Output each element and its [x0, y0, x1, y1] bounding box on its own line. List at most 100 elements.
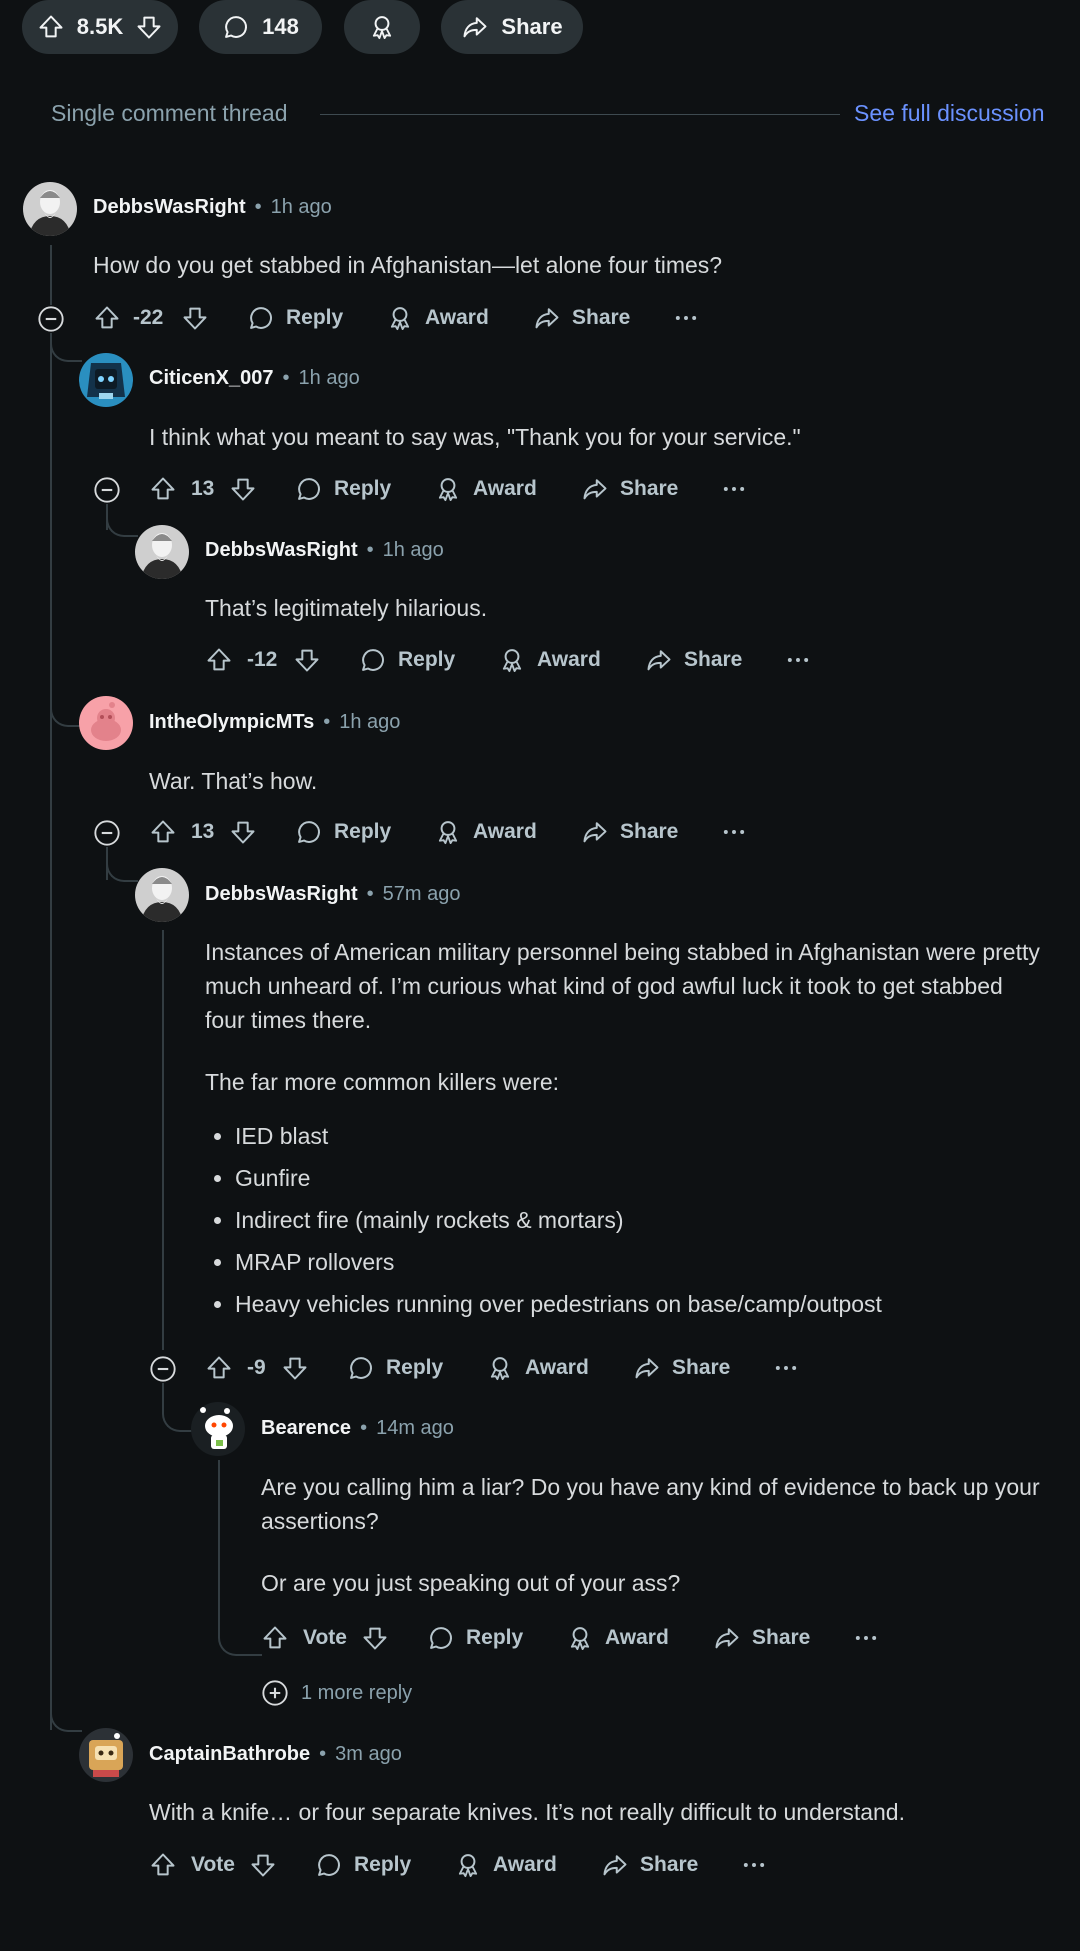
award-button[interactable]: Award	[525, 1356, 589, 1380]
avatar[interactable]	[191, 1402, 245, 1456]
thread-branch	[162, 1380, 194, 1432]
post-award-button[interactable]	[344, 0, 420, 54]
comment-author[interactable]: DebbsWasRight	[93, 196, 246, 219]
more-options-icon[interactable]	[720, 818, 748, 846]
award-icon	[368, 13, 396, 41]
reply-button[interactable]: Reply	[398, 648, 455, 672]
share-button[interactable]: Share	[672, 1356, 730, 1380]
more-options-icon[interactable]	[772, 1354, 800, 1382]
award-button[interactable]: Award	[473, 477, 537, 501]
more-options-icon[interactable]	[720, 475, 748, 503]
comment-author[interactable]: Bearence	[261, 1417, 351, 1440]
share-button[interactable]: Share	[620, 477, 678, 501]
more-replies-button[interactable]: 1 more reply	[261, 1679, 412, 1707]
reply-icon[interactable]	[295, 818, 323, 846]
downvote-icon[interactable]	[181, 304, 209, 332]
share-icon[interactable]	[581, 818, 609, 846]
collapse-icon[interactable]	[149, 1355, 177, 1383]
comment-author[interactable]: IntheOlympicMTs	[149, 711, 314, 734]
comment-author[interactable]: DebbsWasRight	[205, 883, 358, 906]
share-icon[interactable]	[533, 304, 561, 332]
share-icon[interactable]	[581, 475, 609, 503]
more-options-icon[interactable]	[740, 1851, 768, 1879]
post-comments-button[interactable]: 148	[199, 0, 322, 54]
avatar[interactable]	[23, 182, 77, 236]
comment-author[interactable]: DebbsWasRight	[205, 539, 358, 562]
avatar[interactable]	[79, 1728, 133, 1782]
comment-author[interactable]: CaptainBathrobe	[149, 1743, 310, 1766]
share-icon[interactable]	[713, 1624, 741, 1652]
more-options-icon[interactable]	[672, 304, 700, 332]
share-button[interactable]: Share	[640, 1853, 698, 1877]
reply-icon[interactable]	[247, 304, 275, 332]
post-vote-pill: 8.5K	[22, 0, 178, 54]
downvote-icon[interactable]	[135, 13, 163, 41]
thread-line-root	[50, 245, 52, 1730]
downvote-icon[interactable]	[229, 475, 257, 503]
award-button[interactable]: Award	[537, 648, 601, 672]
share-button[interactable]: Share	[752, 1626, 810, 1650]
share-icon[interactable]	[633, 1354, 661, 1382]
award-icon[interactable]	[498, 646, 526, 674]
downvote-icon[interactable]	[281, 1354, 309, 1382]
collapse-icon[interactable]	[93, 819, 121, 847]
reply-button[interactable]: Reply	[466, 1626, 523, 1650]
more-options-icon[interactable]	[784, 646, 812, 674]
share-button[interactable]: Share	[620, 820, 678, 844]
award-icon[interactable]	[566, 1624, 594, 1652]
reply-button[interactable]: Reply	[334, 477, 391, 501]
reply-button[interactable]: Reply	[286, 306, 343, 330]
award-icon[interactable]	[454, 1851, 482, 1879]
comment-icon	[222, 13, 250, 41]
reply-icon[interactable]	[359, 646, 387, 674]
avatar[interactable]	[79, 353, 133, 407]
upvote-icon[interactable]	[205, 646, 233, 674]
comment-paragraph: Are you calling him a liar? Do you have …	[261, 1474, 1040, 1534]
reply-icon[interactable]	[427, 1624, 455, 1652]
downvote-icon[interactable]	[293, 646, 321, 674]
share-button[interactable]: Share	[572, 306, 630, 330]
upvote-icon[interactable]	[149, 475, 177, 503]
avatar[interactable]	[135, 868, 189, 922]
award-button[interactable]: Award	[473, 820, 537, 844]
share-icon[interactable]	[601, 1851, 629, 1879]
reply-icon[interactable]	[347, 1354, 375, 1382]
upvote-icon[interactable]	[37, 13, 65, 41]
post-share-button[interactable]: Share	[441, 0, 583, 54]
comment-body: With a knife… or four separate knives. I…	[149, 1795, 1049, 1829]
comment-time: 1h ago	[339, 711, 401, 733]
upvote-icon[interactable]	[205, 1354, 233, 1382]
comment-author[interactable]: CiticenX_007	[149, 367, 274, 390]
award-icon[interactable]	[434, 475, 462, 503]
avatar[interactable]	[135, 525, 189, 579]
upvote-icon[interactable]	[149, 818, 177, 846]
avatar[interactable]	[79, 696, 133, 750]
share-button[interactable]: Share	[684, 648, 742, 672]
award-button[interactable]: Award	[493, 1853, 557, 1877]
award-icon[interactable]	[486, 1354, 514, 1382]
downvote-icon[interactable]	[249, 1851, 277, 1879]
share-icon[interactable]	[645, 646, 673, 674]
comment-list: IED blast Gunfire Indirect fire (mainly …	[205, 1115, 1045, 1325]
comment-paragraph: Or are you just speaking out of your ass…	[261, 1570, 681, 1596]
see-full-discussion-link[interactable]: See full discussion	[854, 100, 1045, 127]
reply-button[interactable]: Reply	[386, 1356, 443, 1380]
upvote-icon[interactable]	[149, 1851, 177, 1879]
reply-icon[interactable]	[315, 1851, 343, 1879]
upvote-icon[interactable]	[93, 304, 121, 332]
award-button[interactable]: Award	[605, 1626, 669, 1650]
collapse-icon[interactable]	[37, 305, 65, 333]
post-vote-count: 8.5K	[76, 14, 124, 39]
upvote-icon[interactable]	[261, 1624, 289, 1652]
award-icon[interactable]	[434, 818, 462, 846]
downvote-icon[interactable]	[361, 1624, 389, 1652]
collapse-icon[interactable]	[93, 476, 121, 504]
comment-meta: CaptainBathrobe • 3m ago	[149, 1743, 402, 1766]
reply-button[interactable]: Reply	[334, 820, 391, 844]
reply-button[interactable]: Reply	[354, 1853, 411, 1877]
award-button[interactable]: Award	[425, 306, 489, 330]
downvote-icon[interactable]	[229, 818, 257, 846]
more-options-icon[interactable]	[852, 1624, 880, 1652]
award-icon[interactable]	[386, 304, 414, 332]
reply-icon[interactable]	[295, 475, 323, 503]
